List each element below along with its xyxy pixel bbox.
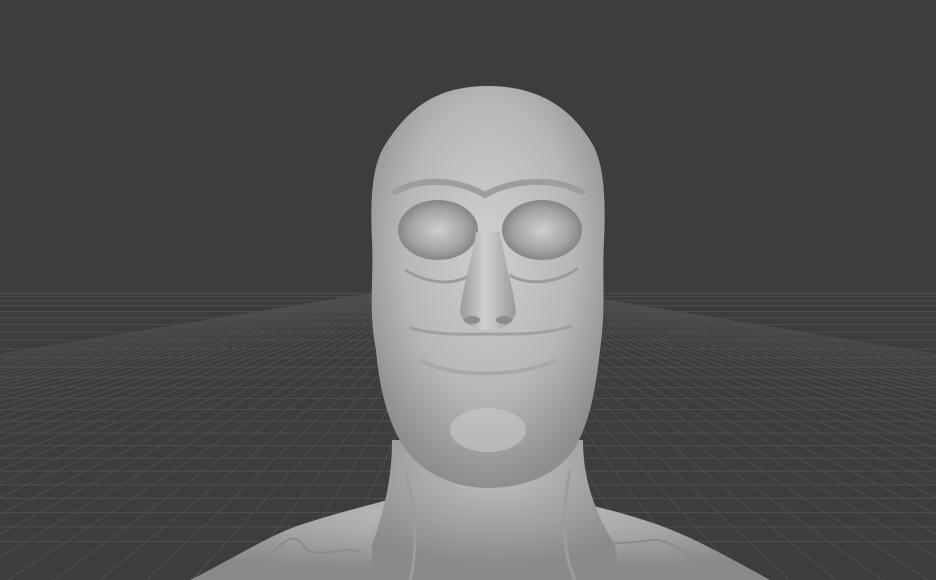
viewport-canvas[interactable] bbox=[0, 0, 936, 580]
model-right-eye-socket bbox=[502, 200, 582, 260]
model-left-nostril bbox=[464, 316, 480, 324]
model-chin bbox=[450, 408, 526, 452]
model-left-eye-socket bbox=[398, 200, 478, 260]
model-right-nostril bbox=[496, 316, 512, 324]
3d-viewport[interactable] bbox=[0, 0, 936, 580]
